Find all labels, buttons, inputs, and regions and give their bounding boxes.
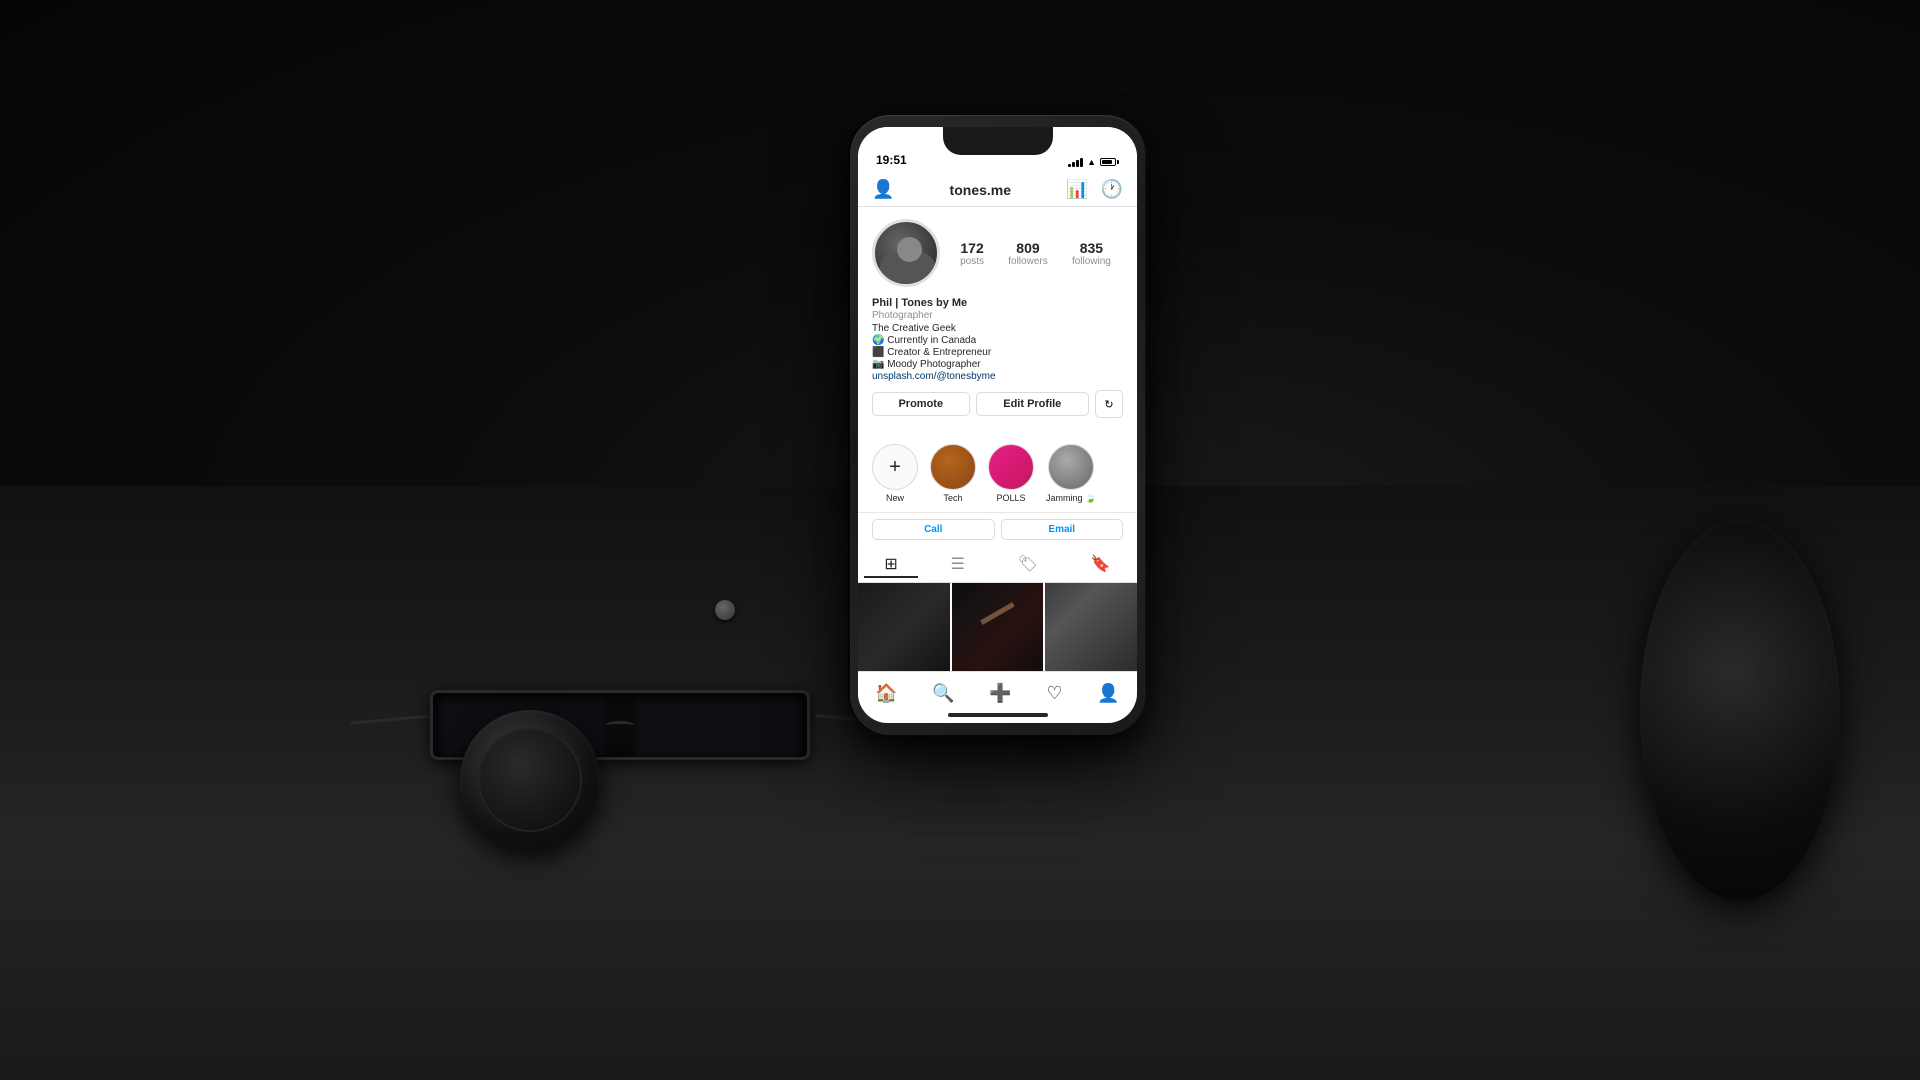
glasses-prop [350, 670, 900, 790]
status-time: 19:51 [876, 153, 907, 167]
phone-screen: 19:51 ▲ [858, 127, 1137, 723]
app-header: 👤 tones.me 📊 🕐 [858, 171, 1137, 207]
table-button-prop [715, 600, 735, 620]
highlight-new[interactable]: + New [872, 444, 918, 504]
profile-nav-icon[interactable]: 👤 [1097, 683, 1119, 704]
header-action-icons: 📊 🕐 [1066, 179, 1123, 200]
highlight-tech-label: Tech [943, 493, 962, 503]
grid-photo-2[interactable] [952, 583, 1044, 675]
phone-shell: 19:51 ▲ [850, 115, 1145, 735]
edit-profile-button[interactable]: Edit Profile [976, 392, 1089, 416]
profile-stats: 172 posts 809 followers 835 following [940, 240, 1123, 267]
suggestions-button[interactable]: ↻ [1095, 390, 1123, 418]
highlight-new-label: New [886, 493, 904, 503]
insights-icon[interactable]: 📊 [1066, 179, 1088, 200]
followers-label: followers [1008, 256, 1047, 267]
profile-top: 172 posts 809 followers 835 following [872, 219, 1123, 287]
grid-photo-3[interactable] [1045, 583, 1137, 675]
highlight-polls-label: POLLS [996, 493, 1025, 503]
highlight-new-circle: + [872, 444, 918, 490]
heart-nav-icon[interactable]: ♡ [1046, 683, 1062, 704]
bio-section: Phil | Tones by Me Photographer The Crea… [872, 297, 1123, 390]
followers-stat[interactable]: 809 followers [1008, 240, 1047, 267]
highlight-tech-circle [930, 444, 976, 490]
story-highlights: + New Tech POLLS Jamm [858, 436, 1137, 513]
search-nav-icon[interactable]: 🔍 [932, 683, 954, 704]
email-button[interactable]: Email [1001, 519, 1124, 540]
profile-avatar[interactable] [872, 219, 940, 287]
list-view-tab[interactable]: ☰ [931, 552, 985, 578]
contact-buttons: Call Email [858, 513, 1137, 546]
home-nav-icon[interactable]: 🏠 [875, 683, 897, 704]
grid-view-tab[interactable]: ⊞ [864, 552, 917, 578]
bio-line-2: 🌍 Currently in Canada [872, 335, 1123, 346]
notch [943, 127, 1053, 155]
archive-icon[interactable]: 🕐 [1101, 179, 1123, 200]
highlight-jamming[interactable]: Jamming 🍃 [1046, 444, 1096, 504]
highlight-polls[interactable]: POLLS [988, 444, 1034, 504]
posts-stat[interactable]: 172 posts [960, 240, 984, 267]
highlight-tech[interactable]: Tech [930, 444, 976, 504]
lens-cap-prop [460, 710, 600, 850]
add-nav-icon[interactable]: ➕ [989, 683, 1011, 704]
profile-username: tones.me [950, 182, 1011, 198]
bio-line-1: The Creative Geek [872, 323, 1123, 334]
promote-button[interactable]: Promote [872, 392, 970, 416]
profile-action-buttons: Promote Edit Profile ↻ [872, 390, 1123, 418]
add-person-icon[interactable]: 👤 [872, 179, 894, 200]
bio-role: Photographer [872, 310, 1123, 321]
bio-link[interactable]: unsplash.com/@tonesbyme [872, 371, 1123, 382]
home-indicator [948, 713, 1048, 717]
followers-count: 809 [1008, 240, 1047, 256]
posts-label: posts [960, 256, 984, 267]
phone-device: 19:51 ▲ [850, 115, 1145, 735]
status-icons: ▲ [1068, 157, 1119, 167]
wifi-icon: ▲ [1087, 157, 1096, 167]
bio-name: Phil | Tones by Me [872, 297, 1123, 309]
following-label: following [1072, 256, 1111, 267]
call-button[interactable]: Call [872, 519, 995, 540]
saved-view-tab[interactable]: 🔖 [1071, 552, 1131, 578]
highlight-jamming-circle [1048, 444, 1094, 490]
profile-section: 172 posts 809 followers 835 following [858, 207, 1137, 436]
camera-lens-prop [1640, 520, 1840, 900]
instagram-app: 👤 tones.me 📊 🕐 [858, 171, 1137, 723]
posts-count: 172 [960, 240, 984, 256]
background-scene: 19:51 ▲ [0, 0, 1920, 1080]
bio-line-3: ⬛ Creator & Entrepreneur [872, 347, 1123, 358]
signal-icon [1068, 158, 1083, 167]
highlight-jamming-label: Jamming 🍃 [1046, 493, 1096, 504]
view-tabs: ⊞ ☰ 🏷 🔖 [858, 546, 1137, 583]
bio-line-4: 📷 Moody Photographer [872, 359, 1123, 370]
battery-icon [1100, 158, 1119, 166]
tagged-view-tab[interactable]: 🏷 [998, 552, 1058, 578]
following-stat[interactable]: 835 following [1072, 240, 1111, 267]
highlight-polls-circle [988, 444, 1034, 490]
grid-photo-1[interactable] [858, 583, 950, 675]
following-count: 835 [1072, 240, 1111, 256]
